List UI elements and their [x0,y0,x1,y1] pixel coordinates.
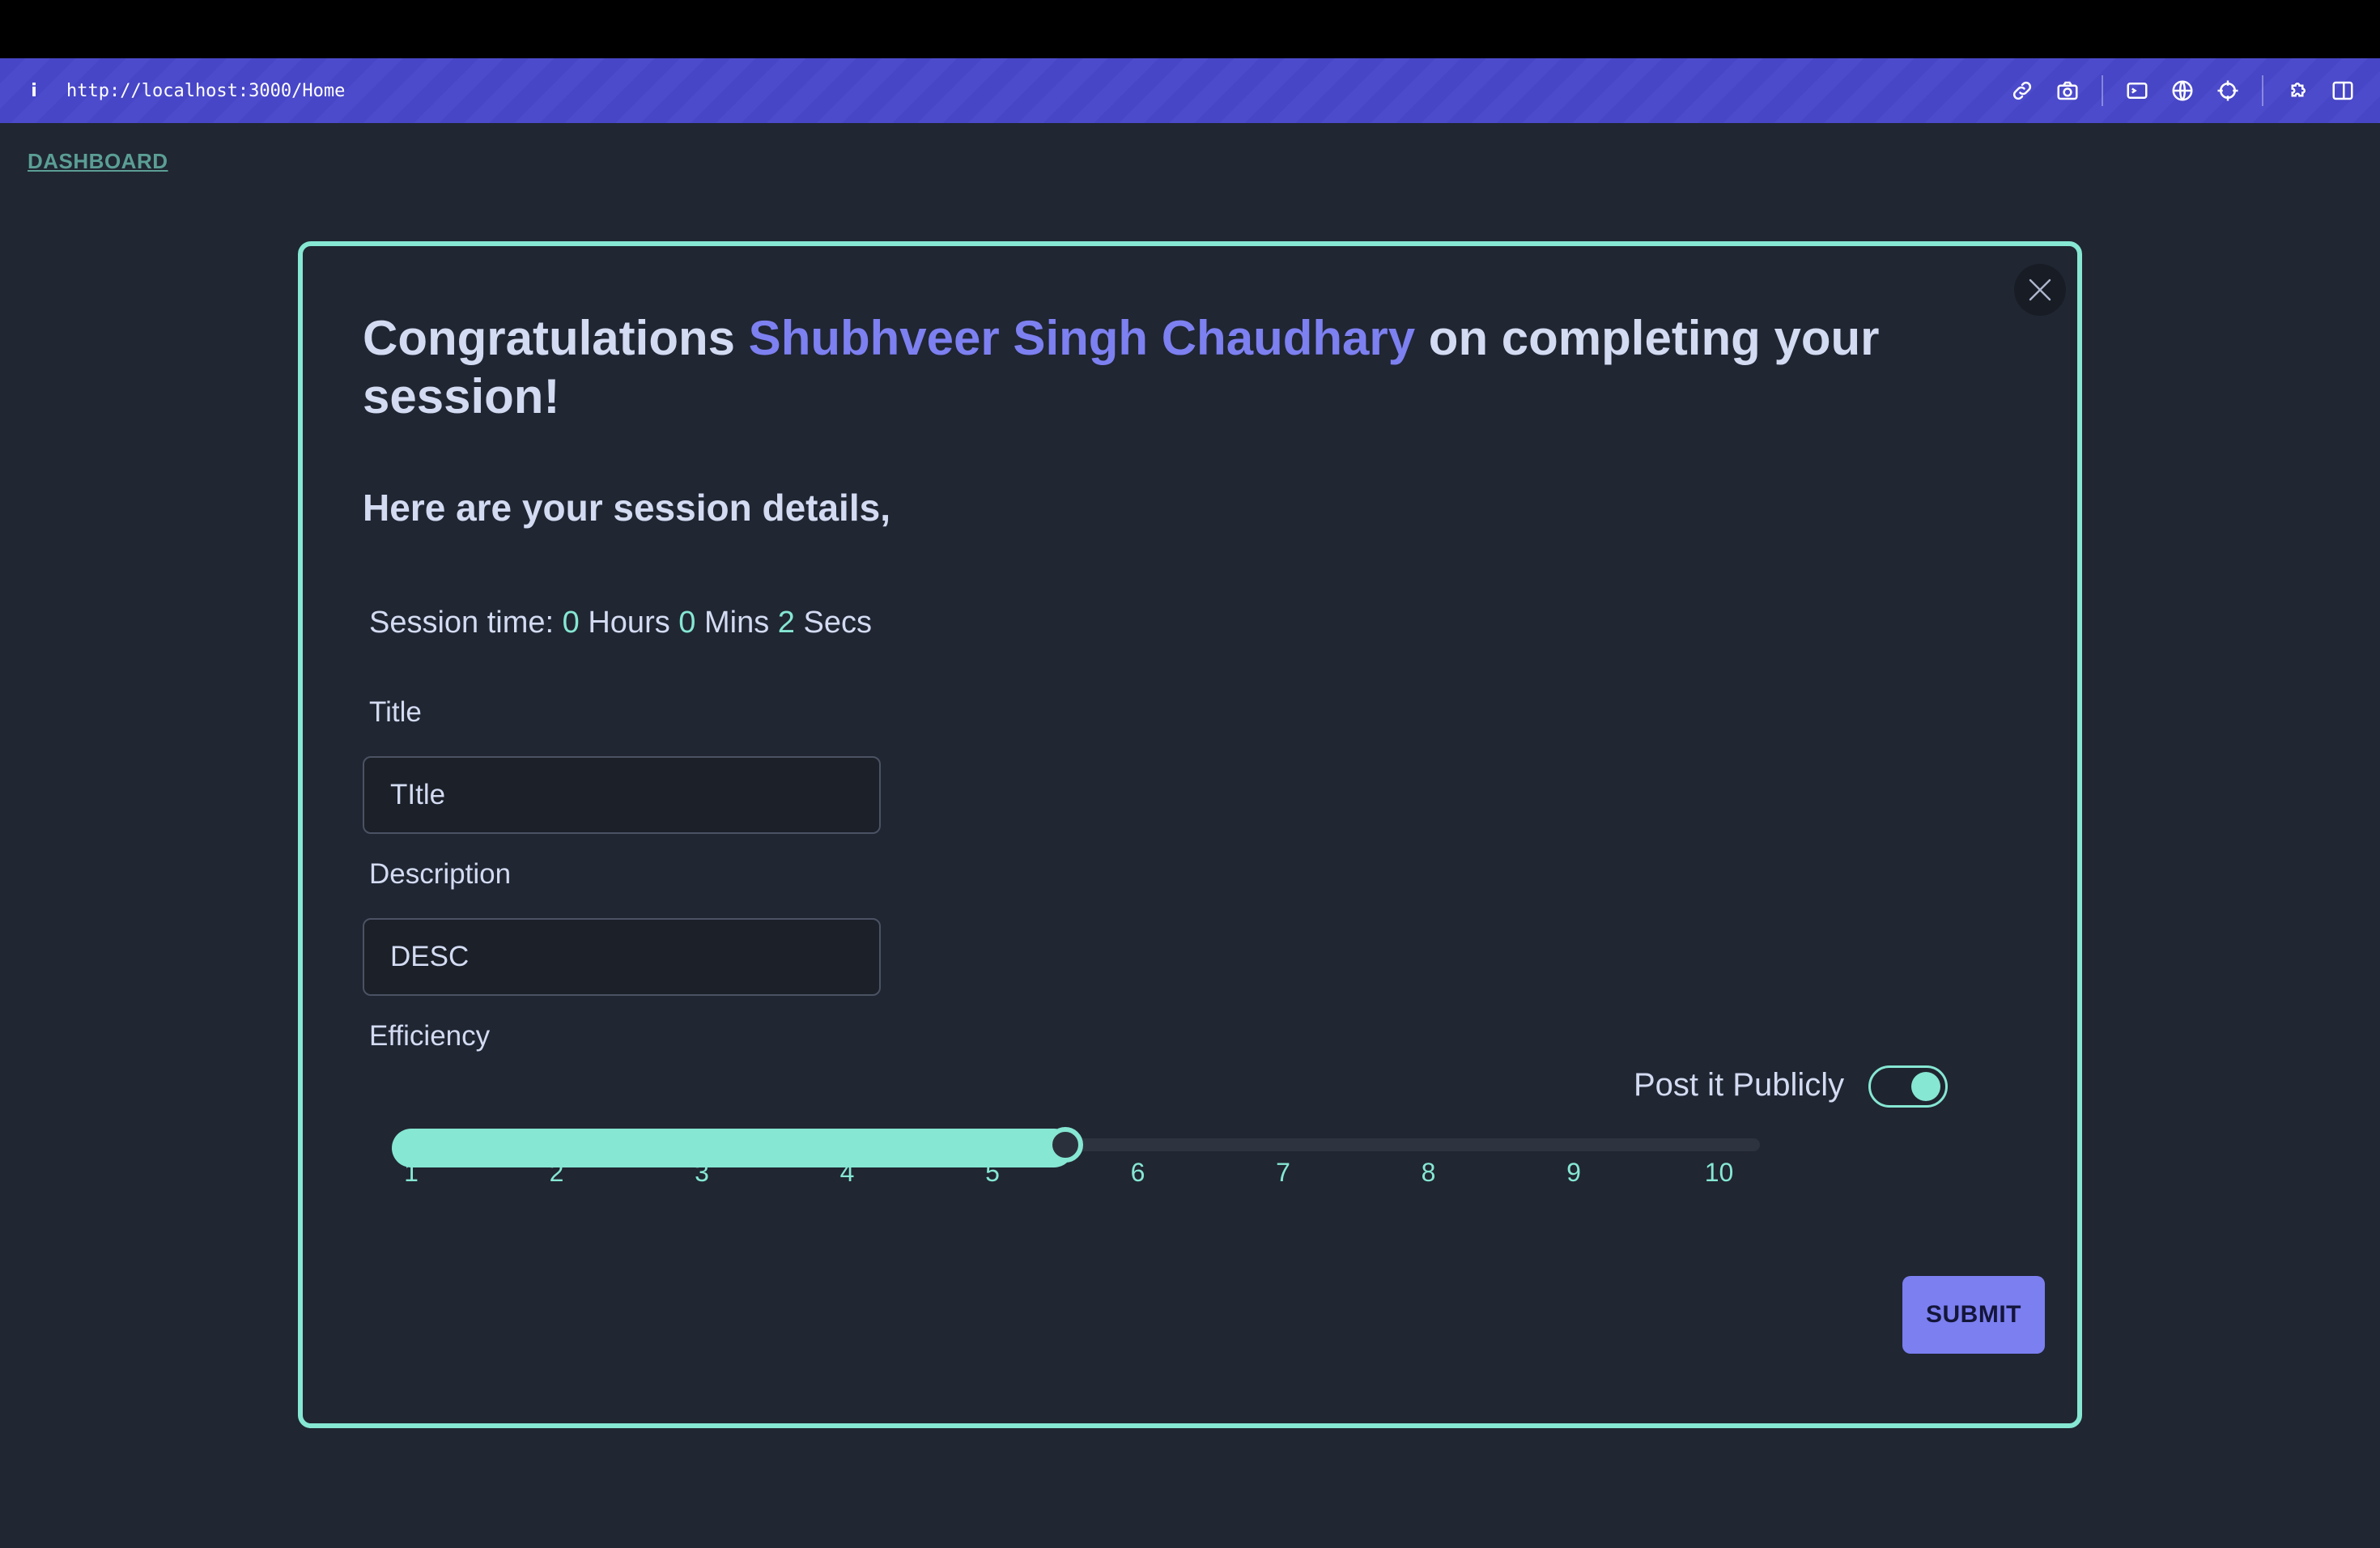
browser-url-bar: i http://localhost:3000/Home [0,58,2380,123]
post-publicly-label: Post it Publicly [1634,1067,1845,1103]
session-time: Session time: 0 Hours 0 Mins 2 Secs [369,606,872,640]
efficiency-ticks: 1 2 3 4 5 6 7 8 9 10 [303,1158,2084,1190]
description-label: Description [369,858,512,890]
link-icon[interactable] [2006,74,2038,107]
efficiency-tick-2: 2 [549,1158,564,1187]
dashboard-link[interactable]: DASHBOARD [28,149,168,174]
hours-unit: Hours [579,606,679,640]
efficiency-tick-8: 8 [1421,1158,1436,1187]
session-hours: 0 [562,606,580,640]
info-icon[interactable]: i [24,81,44,101]
title-input[interactable] [363,756,881,834]
close-button[interactable] [2014,264,2066,316]
browser-toolbar [2000,58,2365,123]
efficiency-tick-6: 6 [1130,1158,1145,1187]
user-name: Shubhveer Singh Chaudhary [748,311,1416,365]
efficiency-tick-7: 7 [1276,1158,1290,1187]
camera-icon[interactable] [2051,74,2084,107]
toolbar-divider [2102,75,2103,106]
toolbar-divider [2262,75,2263,106]
efficiency-tick-3: 3 [695,1158,709,1187]
session-secs: 2 [777,606,795,640]
session-time-label: Session time: [369,606,563,640]
terminal-icon[interactable] [2121,74,2153,107]
headline-prefix: Congratulations [363,311,749,365]
title-label: Title [369,696,422,728]
session-details-heading: Here are your session details, [363,487,890,529]
submit-button[interactable]: SUBMIT [1902,1276,2045,1354]
mins-unit: Mins [695,606,778,640]
extension-icon[interactable] [2281,74,2314,107]
efficiency-tick-5: 5 [985,1158,1000,1187]
url-text[interactable]: http://localhost:3000/Home [66,81,345,101]
close-icon [2029,279,2051,301]
split-view-icon[interactable] [2327,74,2359,107]
toggle-knob [1911,1072,1940,1101]
window-top-bar [0,0,2380,58]
secs-unit: Secs [794,606,872,640]
efficiency-tick-10: 10 [1704,1158,1734,1187]
efficiency-tick-1: 1 [404,1158,419,1187]
efficiency-tick-9: 9 [1566,1158,1581,1187]
globe-icon[interactable] [2166,74,2199,107]
description-input[interactable] [363,918,881,996]
efficiency-label: Efficiency [369,1020,491,1052]
congratulations-heading: Congratulations Shubhveer Singh Chaudhar… [363,309,1982,426]
session-complete-modal: Congratulations Shubhveer Singh Chaudhar… [298,241,2082,1428]
crosshair-icon[interactable] [2212,74,2244,107]
efficiency-tick-4: 4 [839,1158,855,1187]
session-mins: 0 [678,606,696,640]
post-publicly-toggle[interactable] [1868,1065,1948,1108]
